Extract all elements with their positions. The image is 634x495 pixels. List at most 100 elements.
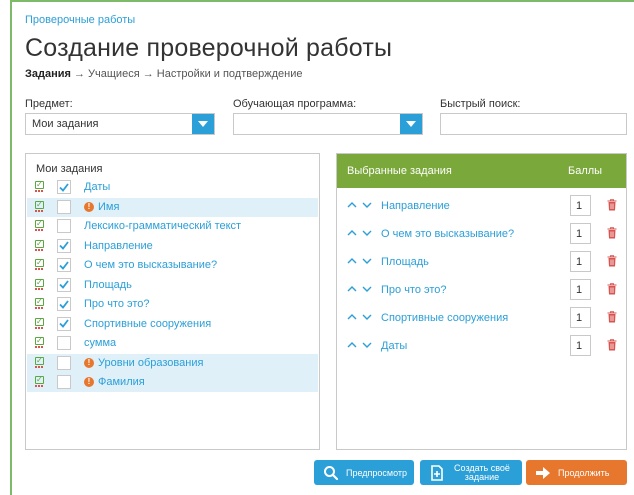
task-type-icon: ✓: [35, 297, 46, 310]
selected-task-row: Направление 1: [337, 195, 626, 217]
task-type-icon: ✓: [35, 336, 46, 349]
score-column-header: Баллы: [568, 165, 603, 177]
chevron-up-icon[interactable]: [347, 340, 357, 350]
checkmark-icon: [59, 260, 69, 270]
task-list-item[interactable]: ✓ Спортивные сооружения: [27, 315, 318, 334]
task-label[interactable]: Площадь: [84, 279, 132, 291]
task-type-icon: ✓: [35, 180, 46, 193]
task-label[interactable]: сумма: [84, 337, 116, 349]
task-checkbox[interactable]: [57, 277, 71, 292]
selected-task-label[interactable]: О чем это высказывание?: [381, 228, 514, 240]
task-label[interactable]: Спортивные сооружения: [84, 318, 211, 330]
task-checkbox[interactable]: [57, 355, 71, 370]
warning-icon: !: [84, 357, 94, 368]
chevron-down-icon[interactable]: [362, 256, 372, 266]
task-list-item[interactable]: ✓! Уровни образования: [27, 353, 318, 373]
wizard-steps: Задания → Учащиеся → Настройки и подтвер…: [25, 68, 302, 80]
selected-task-label[interactable]: Направление: [381, 200, 450, 212]
task-type-icon: ✓: [35, 200, 46, 213]
search-input[interactable]: [440, 113, 627, 135]
chevron-down-icon[interactable]: [400, 114, 422, 134]
selected-task-label[interactable]: Про что это?: [381, 284, 447, 296]
task-list-item[interactable]: ✓ сумма: [27, 334, 318, 353]
preview-button[interactable]: Предпросмотр: [314, 460, 414, 485]
task-label[interactable]: Про что это?: [84, 298, 150, 310]
task-checkbox[interactable]: [57, 375, 71, 389]
chevron-down-icon[interactable]: [362, 228, 372, 238]
task-checkbox[interactable]: [57, 180, 71, 194]
step-settings: Настройки и подтверждение: [156, 68, 303, 80]
search-label: Быстрый поиск:: [440, 98, 521, 110]
task-checkbox[interactable]: [57, 258, 71, 272]
task-list-item[interactable]: ✓ Даты: [27, 178, 318, 197]
page-title: Создание проверочной работы: [25, 34, 393, 62]
trash-icon[interactable]: [607, 227, 617, 239]
chevron-down-icon[interactable]: [362, 200, 372, 210]
task-list-item[interactable]: ✓ О чем это высказывание?: [27, 256, 318, 275]
trash-icon[interactable]: [607, 311, 617, 323]
task-list-item[interactable]: ✓! Фамилия: [27, 373, 318, 392]
chevron-down-icon[interactable]: [362, 312, 372, 322]
checkmark-icon: [59, 280, 69, 289]
program-select[interactable]: [233, 113, 423, 135]
chevron-down-icon[interactable]: [362, 340, 372, 350]
subject-select[interactable]: Мои задания: [25, 113, 215, 135]
selected-task-label[interactable]: Площадь: [381, 256, 429, 268]
task-label[interactable]: Направление: [84, 240, 153, 252]
task-checkbox[interactable]: [57, 297, 71, 311]
create-task-button[interactable]: Создать своё задание: [420, 460, 522, 485]
task-label[interactable]: Имя: [98, 201, 119, 213]
checkmark-icon: [59, 299, 69, 309]
task-list-item[interactable]: ✓ Площадь: [27, 276, 318, 295]
selected-task-row: Даты 1: [337, 335, 626, 357]
task-list-item[interactable]: ✓ Направление: [27, 237, 318, 256]
score-input[interactable]: 1: [570, 279, 591, 300]
task-checkbox[interactable]: [57, 219, 71, 233]
breadcrumb[interactable]: Проверочные работы: [25, 14, 135, 26]
selected-task-label[interactable]: Даты: [381, 340, 407, 352]
score-input[interactable]: 1: [570, 195, 591, 216]
task-type-icon: ✓: [35, 239, 46, 252]
chevron-down-icon[interactable]: [362, 284, 372, 294]
task-label[interactable]: О чем это высказывание?: [84, 259, 217, 271]
selected-task-row: О чем это высказывание? 1: [337, 223, 626, 245]
trash-icon[interactable]: [607, 199, 617, 211]
chevron-up-icon[interactable]: [347, 312, 357, 322]
task-label[interactable]: Лексико-грамматический текст: [84, 220, 241, 232]
task-label[interactable]: Даты: [84, 181, 110, 193]
task-checkbox[interactable]: [57, 238, 71, 253]
chevron-up-icon[interactable]: [347, 200, 357, 210]
chevron-up-icon[interactable]: [347, 256, 357, 266]
step-current: Задания: [25, 68, 71, 80]
task-checkbox[interactable]: [57, 199, 71, 214]
task-type-icon: ✓: [35, 317, 46, 330]
chevron-up-icon[interactable]: [347, 228, 357, 238]
selected-task-row: Спортивные сооружения 1: [337, 307, 626, 329]
score-input[interactable]: 1: [570, 251, 591, 272]
selected-tasks-title: Выбранные задания: [347, 165, 452, 177]
selected-task-label[interactable]: Спортивные сооружения: [381, 312, 508, 324]
trash-icon[interactable]: [607, 283, 617, 295]
chevron-down-icon[interactable]: [192, 114, 214, 134]
trash-icon[interactable]: [607, 339, 617, 351]
score-input[interactable]: 1: [570, 223, 591, 244]
task-type-icon: ✓: [35, 375, 46, 388]
task-checkbox[interactable]: [57, 336, 71, 350]
score-input[interactable]: 1: [570, 335, 591, 356]
checkmark-icon: [59, 182, 69, 192]
task-label[interactable]: Фамилия: [98, 376, 145, 388]
task-checkbox[interactable]: [57, 316, 71, 331]
score-input[interactable]: 1: [570, 307, 591, 328]
chevron-up-icon[interactable]: [347, 284, 357, 294]
task-list-item[interactable]: ✓ Лексико-грамматический текст: [27, 217, 318, 236]
selected-tasks-panel: Выбранные задания Баллы Направление 1 О че…: [336, 153, 627, 450]
new-document-icon: [431, 464, 443, 481]
step-students: → Учащиеся →: [70, 68, 157, 80]
task-label[interactable]: Уровни образования: [98, 357, 203, 369]
task-list-item[interactable]: ✓ Про что это?: [27, 295, 318, 314]
create-task-button-label: Создать своё задание: [452, 463, 512, 482]
trash-icon[interactable]: [607, 255, 617, 267]
selected-tasks-header: Выбранные задания Баллы: [337, 154, 626, 188]
task-list-item[interactable]: ✓! Имя: [27, 197, 318, 217]
continue-button[interactable]: Продолжить: [526, 460, 627, 485]
